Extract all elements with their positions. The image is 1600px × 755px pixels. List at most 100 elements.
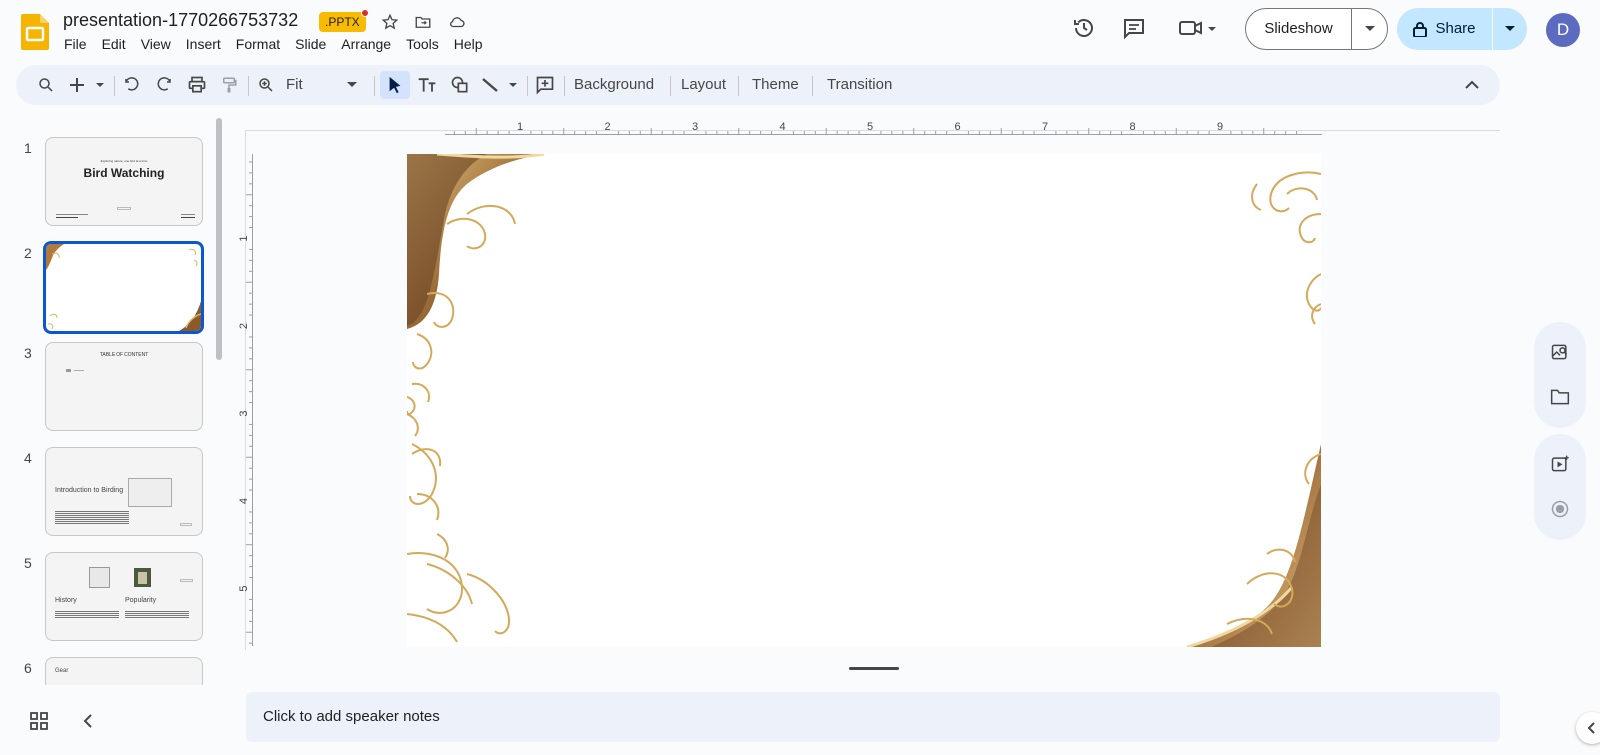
- menu-file[interactable]: File: [64, 36, 87, 52]
- thumb-bullet: [66, 369, 71, 372]
- filmstrip-scrollbar[interactable]: [216, 118, 222, 360]
- account-avatar[interactable]: D: [1546, 13, 1580, 47]
- thumb-paragraph: [55, 611, 119, 612]
- slide-thumbnail-1[interactable]: Exploring nature, one bird at a time Bir…: [45, 137, 203, 226]
- speaker-notes[interactable]: Click to add speaker notes: [246, 692, 1500, 742]
- thumb-title-right: Popularity: [125, 597, 157, 604]
- thumb-photo: [134, 568, 151, 587]
- thumb-title: Introduction to Birding: [55, 487, 124, 494]
- ruler-label: 4: [779, 121, 785, 133]
- lock-icon: [1413, 22, 1428, 37]
- collapse-toolbar-icon[interactable]: [1460, 73, 1484, 97]
- star-icon[interactable]: [378, 10, 402, 34]
- line-tool-icon[interactable]: [479, 73, 521, 97]
- print-icon[interactable]: [185, 73, 209, 97]
- record-icon[interactable]: [1548, 497, 1572, 521]
- thumb-image-placeholder: [89, 567, 110, 588]
- share-dropdown-icon[interactable]: [1493, 26, 1527, 32]
- menu-help[interactable]: Help: [454, 36, 483, 52]
- undo-icon[interactable]: [120, 73, 144, 97]
- thumb-ornament-art: [46, 244, 201, 331]
- thumb-paragraph: [125, 611, 189, 612]
- thumb-pill: [180, 579, 193, 582]
- thumb-title: Gear: [55, 668, 69, 674]
- toolbar-divider: [738, 76, 739, 96]
- ruler-label: 2: [604, 121, 610, 133]
- shape-icon[interactable]: [448, 73, 472, 97]
- slide-number: 2: [24, 245, 32, 261]
- menu-edit[interactable]: Edit: [102, 36, 126, 52]
- redo-icon[interactable]: [152, 73, 176, 97]
- slideshow-dropdown-icon[interactable]: [1352, 26, 1387, 32]
- slide-thumbnail-5[interactable]: History Popularity: [45, 552, 203, 641]
- layout-button[interactable]: Layout: [681, 65, 726, 105]
- thumb-pill: [117, 207, 131, 210]
- current-slide[interactable]: [407, 154, 1321, 647]
- slides-logo-icon[interactable]: [21, 14, 49, 50]
- paint-format-icon[interactable]: [217, 73, 241, 97]
- file-type-badge: .PPTX: [319, 12, 366, 32]
- document-title[interactable]: presentation-1770266753732: [63, 10, 298, 31]
- thumb-title-left: History: [55, 597, 77, 604]
- notes-resize-handle[interactable]: [849, 667, 899, 670]
- thumb-subtitle: Exploring nature, one bird at a time: [100, 159, 148, 163]
- share-button[interactable]: Share: [1397, 8, 1527, 50]
- slide-number: 4: [24, 450, 32, 466]
- slide-ornament-art: [407, 154, 1321, 647]
- search-menus-icon[interactable]: [34, 73, 58, 97]
- slideshow-button[interactable]: Slideshow: [1245, 8, 1388, 50]
- toolbar-divider: [564, 76, 565, 96]
- menu-insert[interactable]: Insert: [186, 36, 221, 52]
- zoom-icon[interactable]: [254, 73, 278, 97]
- slide-number: 6: [24, 660, 32, 676]
- menu-format[interactable]: Format: [236, 36, 280, 52]
- toolbar-divider: [374, 76, 375, 96]
- slideshow-label[interactable]: Slideshow: [1246, 9, 1352, 49]
- ruler-label: 5: [867, 121, 873, 133]
- vertical-ruler[interactable]: 1 2 3 4 5: [238, 154, 253, 646]
- slide-thumbnail-4[interactable]: Introduction to Birding: [45, 447, 203, 536]
- horizontal-ruler[interactable]: 1 2 3 4 5 6 7 8 9: [445, 120, 1322, 135]
- menu-view[interactable]: View: [141, 36, 171, 52]
- add-video-icon[interactable]: [1548, 452, 1572, 476]
- thumb-title: Bird Watching: [83, 166, 165, 180]
- slide-thumbnail-6[interactable]: Gear: [45, 657, 203, 685]
- background-button[interactable]: Background: [574, 65, 654, 105]
- thumb-line: [181, 214, 195, 215]
- transition-button[interactable]: Transition: [827, 65, 892, 105]
- thumb-pill: [180, 523, 192, 526]
- menu-arrange[interactable]: Arrange: [341, 36, 391, 52]
- move-folder-icon[interactable]: [411, 10, 435, 34]
- thumb-title: TABLE OF CONTENT: [99, 352, 149, 358]
- thumb-line: [56, 214, 88, 215]
- zoom-select[interactable]: Fit: [286, 65, 366, 105]
- slide-thumbnail-2[interactable]: [43, 241, 204, 334]
- folder-icon[interactable]: [1548, 385, 1572, 409]
- version-history-icon[interactable]: [1072, 16, 1096, 40]
- add-comment-icon[interactable]: [533, 73, 557, 97]
- toolbar-divider: [114, 76, 115, 96]
- ruler-label: 1: [517, 121, 523, 133]
- ruler-label: 2: [238, 323, 250, 329]
- grid-view-icon[interactable]: [27, 709, 51, 733]
- theme-button[interactable]: Theme: [752, 65, 799, 105]
- meet-video-icon[interactable]: [1178, 16, 1218, 40]
- hide-side-panel-icon[interactable]: [1576, 712, 1600, 744]
- ruler-label: 4: [238, 498, 250, 504]
- slide-thumbnail-3[interactable]: TABLE OF CONTENT: [45, 342, 203, 431]
- slide-number: 1: [24, 140, 32, 156]
- explore-image-icon[interactable]: [1548, 340, 1572, 364]
- new-slide-icon[interactable]: [68, 73, 108, 97]
- menu-tools[interactable]: Tools: [406, 36, 439, 52]
- comments-icon[interactable]: [1122, 16, 1146, 40]
- ruler-label: 6: [954, 121, 960, 133]
- collapse-filmstrip-icon[interactable]: [76, 709, 100, 733]
- ruler-label: 8: [1129, 121, 1135, 133]
- select-tool-icon[interactable]: [380, 71, 410, 99]
- menu-slide[interactable]: Slide: [295, 36, 326, 52]
- thumb-paragraph: [55, 511, 129, 512]
- side-panel-top: [1534, 322, 1586, 428]
- ruler-label: 3: [238, 410, 250, 416]
- cloud-saved-icon[interactable]: [445, 10, 469, 34]
- text-box-icon[interactable]: [415, 73, 439, 97]
